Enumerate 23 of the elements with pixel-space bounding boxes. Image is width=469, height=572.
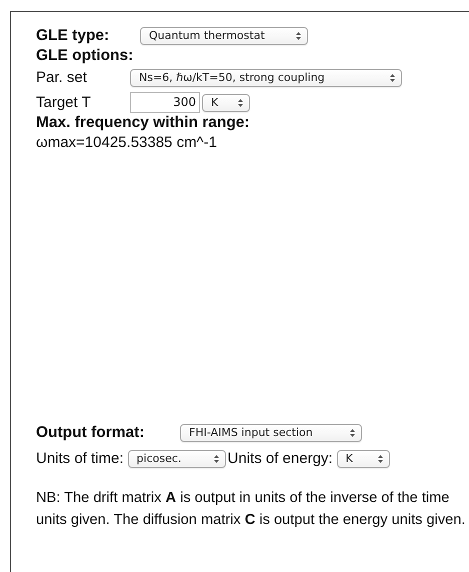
field-label: Units of time:	[36, 449, 124, 469]
field-label: GLE type:	[36, 26, 110, 46]
unit-dropdown[interactable]: K	[202, 94, 250, 112]
temperature-field[interactable]: 300	[130, 92, 200, 113]
updown-icon	[214, 455, 219, 463]
updown-icon	[390, 74, 395, 82]
updown-icon	[238, 98, 243, 106]
field-label: Target T	[36, 92, 92, 112]
section-heading: Max. frequency within range:	[36, 113, 251, 133]
gle-type-dropdown[interactable]: Quantum thermostat	[140, 27, 308, 45]
updown-icon	[296, 32, 301, 40]
time-units-dropdown[interactable]: picosec.	[128, 450, 226, 468]
section-heading: GLE options:	[36, 46, 134, 66]
updown-icon	[350, 429, 355, 437]
output-format-dropdown[interactable]: FHI-AIMS input section	[180, 424, 362, 442]
energy-units-dropdown[interactable]: K	[336, 450, 390, 468]
field-label: Output format:	[36, 423, 146, 443]
parameter-set-dropdown[interactable]: Ns=6, ℏω/kT=50, strong coupling	[130, 69, 402, 87]
note-text: NB: The drift matrix A is output in units of the inverse of the time units given. The diffusion matrix C is output the energy units given.	[36, 489, 466, 530]
frequency-value: ωmax=10425.53385 cm^-1	[36, 133, 218, 153]
updown-icon	[378, 455, 383, 463]
field-label: Units of energy:	[228, 449, 333, 469]
field-label: Par. set	[36, 68, 88, 88]
